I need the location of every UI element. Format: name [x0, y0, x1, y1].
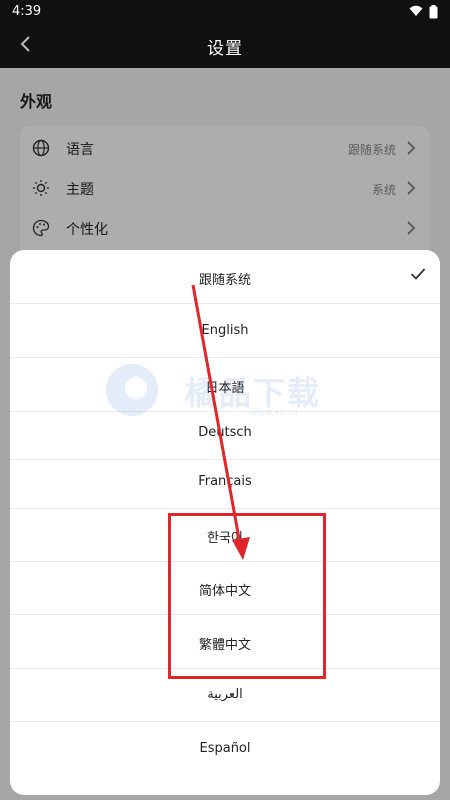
language-option-spanish[interactable]: Español — [10, 722, 440, 776]
language-option-label: English — [201, 323, 249, 338]
status-time: 4:39 — [12, 4, 42, 19]
wifi-icon — [409, 5, 423, 16]
language-option-german[interactable]: Deutsch — [10, 406, 440, 460]
app-bar: 设置 — [0, 24, 450, 68]
language-option-label: 跟随系统 — [198, 273, 251, 288]
check-icon — [410, 268, 426, 280]
status-bar: 4:39 — [0, 0, 450, 24]
language-option-follow-system[interactable]: 跟随系统 — [10, 250, 440, 304]
language-option-label: 日本語 — [205, 381, 245, 396]
language-option-french[interactable]: Français — [10, 455, 440, 509]
language-option-label: Español — [199, 741, 251, 756]
language-option-label: Français — [198, 474, 252, 489]
page-title: 设置 — [207, 39, 243, 59]
language-option-label: Deutsch — [198, 425, 252, 440]
language-option-english[interactable]: English — [10, 304, 440, 358]
language-option-label: العربية — [207, 687, 243, 702]
annotation-highlight-box — [168, 513, 326, 679]
language-option-japanese[interactable]: 日本語 — [10, 358, 440, 412]
battery-icon — [429, 5, 438, 19]
